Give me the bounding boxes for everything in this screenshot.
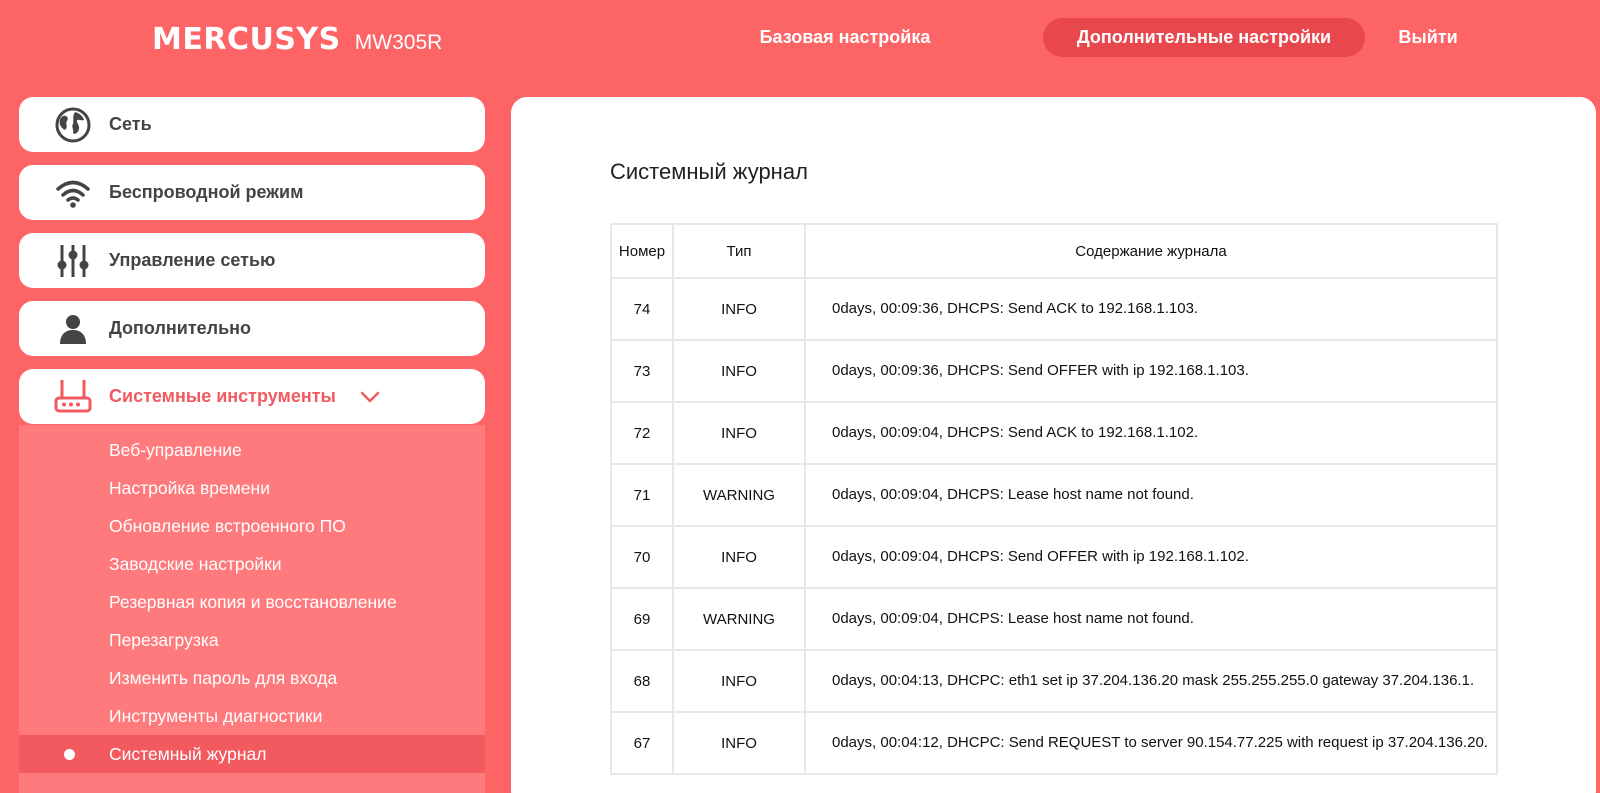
cell-content: 0days, 00:09:04, DHCPS: Send OFFER with … — [804, 525, 1498, 589]
submenu-item-label: Заводские настройки — [109, 553, 282, 574]
cell-content: 0days, 00:09:04, DHCPS: Send ACK to 192.… — [804, 401, 1498, 465]
submenu-item-time-settings[interactable]: Настройка времени — [19, 469, 485, 507]
cell-type: INFO — [672, 525, 806, 589]
table-header-row: Номер Тип Содержание журнала — [610, 223, 1498, 279]
wifi-icon — [53, 173, 93, 213]
sidebar-item-network-control[interactable]: Управление сетью — [19, 233, 485, 288]
system-tools-submenu: Веб-управление Настройка времени Обновле… — [19, 425, 485, 793]
table-row: 68 INFO 0days, 00:04:13, DHCPC: eth1 set… — [610, 649, 1498, 713]
cell-type: WARNING — [672, 587, 806, 651]
cell-number: 72 — [610, 401, 674, 465]
sidebar-item-label: Беспроводной режим — [109, 182, 304, 202]
submenu-item-factory-defaults[interactable]: Заводские настройки — [19, 545, 485, 583]
cell-type: WARNING — [672, 463, 806, 527]
cell-content: 0days, 00:04:13, DHCPC: eth1 set ip 37.2… — [804, 649, 1498, 713]
submenu-item-diagnostics[interactable]: Инструменты диагностики — [19, 697, 485, 735]
table-row: 73 INFO 0days, 00:09:36, DHCPS: Send OFF… — [610, 339, 1498, 403]
submenu-item-label: Резервная копия и восстановление — [109, 591, 397, 612]
table-row: 67 INFO 0days, 00:04:12, DHCPC: Send REQ… — [610, 711, 1498, 775]
table-row: 70 INFO 0days, 00:09:04, DHCPS: Send OFF… — [610, 525, 1498, 589]
submenu-item-reboot[interactable]: Перезагрузка — [19, 621, 485, 659]
submenu-item-label: Инструменты диагностики — [109, 705, 323, 726]
brand-logo: MERCUSYS MW305R — [152, 22, 442, 57]
submenu-item-label: Перезагрузка — [109, 629, 219, 650]
table-row: 74 INFO 0days, 00:09:36, DHCPS: Send ACK… — [610, 277, 1498, 341]
user-icon — [53, 309, 93, 349]
cell-type: INFO — [672, 339, 806, 403]
table-row: 71 WARNING 0days, 00:09:04, DHCPS: Lease… — [610, 463, 1498, 527]
cell-number: 69 — [610, 587, 674, 651]
sidebar-item-network[interactable]: Сеть — [19, 97, 485, 152]
sidebar-item-additional[interactable]: Дополнительно — [19, 301, 485, 356]
cell-number: 73 — [610, 339, 674, 403]
log-table: Номер Тип Содержание журнала 74 INFO 0da… — [610, 223, 1498, 775]
cell-type: INFO — [672, 711, 806, 775]
sidebar-item-label: Управление сетью — [109, 250, 276, 270]
column-header-type: Тип — [672, 223, 806, 279]
submenu-item-web-management[interactable]: Веб-управление — [19, 431, 485, 469]
router-icon — [53, 377, 93, 417]
cell-number: 68 — [610, 649, 674, 713]
cell-type: INFO — [672, 401, 806, 465]
globe-icon — [53, 105, 93, 145]
sidebar-item-label: Дополнительно — [109, 318, 252, 338]
submenu-item-label: Изменить пароль для входа — [109, 667, 338, 688]
sidebar-item-system-tools[interactable]: Системные инструменты — [19, 369, 485, 424]
cell-type: INFO — [672, 649, 806, 713]
brand-name: MERCUSYS — [152, 22, 341, 57]
main-panel: Системный журнал Номер Тип Содержание жу… — [511, 97, 1596, 793]
active-dot-icon — [64, 749, 75, 760]
column-header-number: Номер — [610, 223, 674, 279]
cell-number: 70 — [610, 525, 674, 589]
logout-button[interactable]: Выйти — [1388, 18, 1468, 57]
table-row: 72 INFO 0days, 00:09:04, DHCPS: Send ACK… — [610, 401, 1498, 465]
submenu-item-system-log[interactable]: Системный журнал — [19, 735, 485, 773]
cell-number: 71 — [610, 463, 674, 527]
nav-advanced-settings[interactable]: Дополнительные настройки — [1043, 18, 1365, 57]
cell-content: 0days, 00:09:36, DHCPS: Send OFFER with … — [804, 339, 1498, 403]
cell-content: 0days, 00:04:12, DHCPC: Send REQUEST to … — [804, 711, 1498, 775]
model-name: MW305R — [354, 31, 443, 54]
sliders-icon — [53, 241, 93, 281]
sidebar-item-label: Сеть — [109, 114, 152, 134]
chevron-down-icon[interactable] — [359, 386, 381, 413]
table-row: 69 WARNING 0days, 00:09:04, DHCPS: Lease… — [610, 587, 1498, 651]
submenu-item-label: Системный журнал — [109, 743, 267, 764]
submenu-item-firmware-upgrade[interactable]: Обновление встроенного ПО — [19, 507, 485, 545]
cell-type: INFO — [672, 277, 806, 341]
submenu-item-label: Веб-управление — [109, 439, 242, 460]
sidebar-item-label: Системные инструменты — [109, 386, 336, 406]
submenu-item-label: Настройка времени — [109, 477, 270, 498]
cell-number: 74 — [610, 277, 674, 341]
nav-basic-settings[interactable]: Базовая настройка — [750, 18, 940, 57]
submenu-item-backup-restore[interactable]: Резервная копия и восстановление — [19, 583, 485, 621]
cell-content: 0days, 00:09:04, DHCPS: Lease host name … — [804, 587, 1498, 651]
submenu-item-label: Обновление встроенного ПО — [109, 515, 346, 536]
cell-number: 67 — [610, 711, 674, 775]
cell-content: 0days, 00:09:04, DHCPS: Lease host name … — [804, 463, 1498, 527]
cell-content: 0days, 00:09:36, DHCPS: Send ACK to 192.… — [804, 277, 1498, 341]
sidebar-item-wireless[interactable]: Беспроводной режим — [19, 165, 485, 220]
submenu-item-change-password[interactable]: Изменить пароль для входа — [19, 659, 485, 697]
column-header-content: Содержание журнала — [804, 223, 1498, 279]
page-title: Системный журнал — [610, 159, 808, 184]
